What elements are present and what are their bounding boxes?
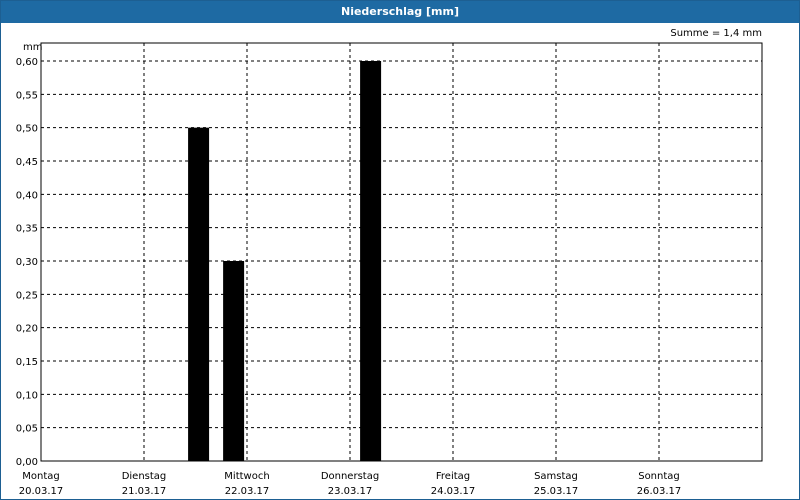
x-tick-date: 23.03.17 — [328, 486, 373, 497]
y-tick-label: 0,30 — [16, 257, 38, 268]
x-tick-day: Mittwoch — [224, 471, 269, 482]
precipitation-bar — [360, 61, 382, 461]
y-tick-label: 0,00 — [16, 457, 38, 468]
y-axis-unit: mm — [23, 42, 42, 53]
precipitation-bar — [223, 261, 245, 461]
y-tick-label: 0,60 — [16, 57, 38, 68]
x-tick-day: Dienstag — [122, 471, 167, 482]
y-tick-label: 0,45 — [16, 157, 38, 168]
plot-frame — [40, 42, 763, 462]
x-tick-date: 25.03.17 — [534, 486, 579, 497]
y-tick-label: 0,20 — [16, 324, 38, 335]
x-tick-day: Montag — [22, 471, 59, 482]
x-tick-day: Donnerstag — [321, 471, 379, 482]
x-tick-date: 26.03.17 — [637, 486, 682, 497]
y-tick-label: 0,40 — [16, 190, 38, 201]
precipitation-bar — [188, 127, 210, 462]
y-tick-label: 0,05 — [16, 424, 38, 435]
x-tick-day: Freitag — [436, 471, 470, 482]
x-tick-date: 21.03.17 — [122, 486, 167, 497]
x-tick-date: 20.03.17 — [19, 486, 64, 497]
sum-label: Summe = 1,4 mm — [670, 28, 762, 39]
y-tick-label: 0,50 — [16, 124, 38, 135]
y-tick-label: 0,10 — [16, 390, 38, 401]
x-tick-day: Samstag — [534, 471, 578, 482]
y-tick-label: 0,35 — [16, 224, 38, 235]
x-tick-date: 22.03.17 — [225, 486, 270, 497]
precipitation-chart: mm Summe = 1,4 mm 0,000,050,100,150,200,… — [16, 28, 763, 497]
y-tick-label: 0,15 — [16, 357, 38, 368]
y-tick-labels: 0,00 0,05 0,10 0,15 0,20 0,25 0,30 0,35 0,40 0,45… — [16, 57, 38, 468]
x-tick-date: 24.03.17 — [431, 486, 476, 497]
y-tick-label: 0,25 — [16, 290, 38, 301]
x-tick-day: Sonntag — [638, 471, 680, 482]
grid — [41, 43, 762, 461]
y-tick-label: 0,55 — [16, 90, 38, 101]
x-tick-labels: Montag 20.03.17 Dienstag 21.03.17 Mittwoch 22… — [19, 471, 682, 497]
